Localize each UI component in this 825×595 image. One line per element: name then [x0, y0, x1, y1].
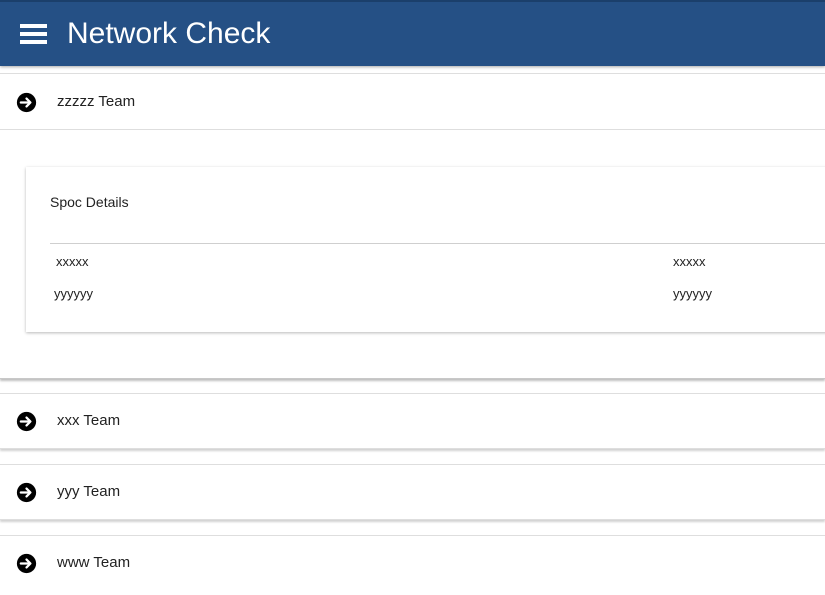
hamburger-menu-icon[interactable]	[20, 24, 47, 45]
arrow-circle-right-icon	[16, 411, 37, 432]
team-row-zzzzz[interactable]: zzzzz Team	[0, 73, 825, 130]
team-detail-panel: Spoc Details xxxxx xxxxx yyyyyy yyyyyy	[0, 130, 825, 379]
divider	[50, 243, 825, 244]
arrow-circle-right-icon	[16, 553, 37, 574]
team-row-www[interactable]: www Team	[0, 535, 825, 595]
spoc-cell: xxxxx	[673, 254, 706, 269]
app-header: Network Check	[0, 0, 825, 66]
spoc-cell: yyyyyy	[54, 286, 93, 301]
team-label: yyy Team	[57, 483, 121, 500]
spoc-cell: yyyyyy	[673, 286, 712, 301]
arrow-circle-right-icon	[16, 92, 37, 113]
arrow-circle-right-icon	[16, 482, 37, 503]
spoc-details-card: Spoc Details xxxxx xxxxx yyyyyy yyyyyy	[26, 167, 825, 332]
card-title: Spoc Details	[50, 194, 129, 210]
app-title: Network Check	[67, 17, 271, 50]
team-label: xxx Team	[57, 412, 121, 429]
spoc-cell: xxxxx	[56, 254, 89, 269]
team-row-xxx[interactable]: xxx Team	[0, 393, 825, 449]
team-label: www Team	[57, 554, 131, 571]
team-row-yyy[interactable]: yyy Team	[0, 464, 825, 520]
team-label: zzzzz Team	[57, 93, 136, 110]
